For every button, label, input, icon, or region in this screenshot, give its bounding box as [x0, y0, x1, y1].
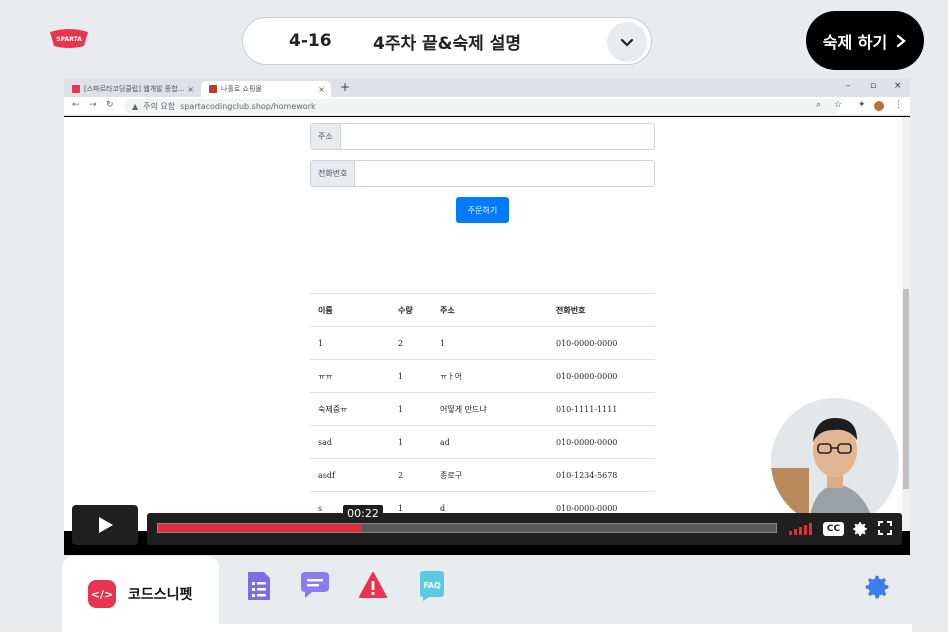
table-row: asdf 2 종로구 010-1234-5678 [310, 458, 655, 492]
cell: 010-0000-0000 [548, 425, 655, 459]
close-icon[interactable]: × [318, 85, 325, 94]
scroll-thumb[interactable] [903, 289, 909, 489]
bottom-toolbar: </> 코드스니펫 FAQ [62, 556, 912, 632]
cell: sad [310, 425, 390, 459]
settings-icon[interactable] [862, 572, 892, 602]
security-label: 주의 요함 [143, 102, 176, 111]
lesson-number: 4-16 [289, 31, 332, 51]
fullscreen-icon[interactable] [878, 521, 892, 535]
profile-avatar[interactable] [874, 101, 884, 111]
restore-icon[interactable]: ▫ [870, 81, 876, 91]
cell: ㅠㅏ어 [432, 359, 548, 393]
cell: asdf [310, 458, 390, 492]
col-header: 이름 [310, 293, 390, 327]
progress-fill [158, 524, 362, 532]
col-header: 수량 [390, 293, 432, 327]
new-tab-icon[interactable]: + [340, 80, 350, 94]
chevron-right-icon [897, 34, 907, 47]
cell: 1 [390, 359, 432, 393]
lesson-selector[interactable]: 4-16 4주차 끝&숙제 설명 [242, 17, 652, 65]
browser-tab-strip: [스파르타코딩클럽] 웹개발 종합… × 나홀로 쇼핑몰 × + – ▫ × [64, 79, 910, 97]
table-row: sad 1 ad 010-0000-0000 [310, 425, 655, 459]
instructor-webcam [771, 398, 899, 526]
minimize-icon[interactable]: – [846, 81, 851, 91]
back-icon[interactable]: ← [72, 100, 80, 110]
homework-button-label: 숙제 하기 [822, 32, 888, 52]
cell: 1 [390, 392, 432, 426]
cell: 010-1111-1111 [548, 392, 655, 426]
time-tooltip: 00:22 [343, 505, 383, 521]
phone-label: 전화번호 [311, 161, 356, 186]
progress-track[interactable] [157, 523, 777, 533]
homework-button[interactable]: 숙제 하기 [806, 11, 924, 70]
cell: 1 [432, 326, 548, 360]
volume-icon[interactable] [789, 523, 812, 535]
cell: 010-0000-0000 [548, 326, 655, 360]
address-label: 주소 [311, 124, 341, 149]
window-close-icon[interactable]: × [894, 81, 902, 91]
cell: 어떻게 만드냐 [432, 392, 548, 426]
menu-icon[interactable]: ⋮ [894, 100, 903, 110]
faq-label: FAQ [423, 581, 441, 590]
code-icon: </> [88, 580, 116, 608]
cell: 종로구 [432, 458, 548, 492]
checklist-icon[interactable] [244, 570, 274, 602]
play-icon [99, 517, 113, 533]
cell: 010-0000-0000 [548, 359, 655, 393]
chat-icon[interactable] [298, 570, 332, 602]
tab-code-snippet[interactable]: </> 코드스니펫 [62, 556, 219, 632]
cell: 010-1234-5678 [548, 458, 655, 492]
warning-icon: ▲ [132, 102, 139, 111]
cell: ad [432, 425, 548, 459]
table-row: 숙제중ㅠ 1 어떻게 만드냐 010-1111-1111 [310, 392, 655, 426]
col-header: 주소 [432, 293, 548, 327]
browser-tab-label: [스파르타코딩클럽] 웹개발 종합… [84, 85, 185, 93]
close-icon[interactable]: × [187, 85, 194, 94]
orders-table: 이름 수량 주소 전화번호 1 2 1 010-0000-0000 ㅠㅠ 1 ㅠㅏ어 010… [310, 293, 655, 525]
cell: 2 [390, 326, 432, 360]
url-text: spartacodingclub.shop/homework [180, 102, 316, 111]
browser-tab[interactable]: [스파르타코딩클럽] 웹개발 종합… × [64, 81, 200, 97]
cell: 1 [310, 326, 390, 360]
reload-icon[interactable]: ↻ [106, 100, 114, 110]
browser-tab-active[interactable]: 나홀로 쇼핑몰 × [201, 81, 331, 97]
col-header: 전화번호 [548, 293, 655, 327]
forward-icon[interactable]: → [89, 100, 97, 110]
page-scrollbar[interactable] [902, 117, 910, 531]
lesson-title: 4주차 끝&숙제 설명 [373, 33, 521, 54]
logo-text: SPARTA [56, 36, 82, 43]
table-row: 1 2 1 010-0000-0000 [310, 326, 655, 360]
zoom-icon[interactable]: ⌕ [816, 100, 821, 110]
order-button[interactable]: 주문하기 [456, 197, 509, 223]
address-bar[interactable]: ▲ 주의 요함 spartacodingclub.shop/homework [124, 99, 840, 114]
settings-gear-icon[interactable] [851, 520, 869, 538]
warning-icon[interactable] [358, 570, 388, 602]
cell: 숙제중ㅠ [310, 392, 390, 426]
player-control-bar: CC [147, 513, 902, 545]
chevron-down-icon[interactable] [607, 22, 647, 62]
faq-icon[interactable]: FAQ [417, 570, 447, 602]
favicon-icon [209, 85, 217, 93]
captions-button[interactable]: CC [823, 522, 844, 536]
cell: ㅠㅠ [310, 359, 390, 393]
tab-code-snippet-label: 코드스니펫 [128, 587, 193, 603]
play-button[interactable] [72, 505, 138, 545]
sparta-logo[interactable]: SPARTA [48, 28, 90, 50]
address-field[interactable]: 주소 [310, 123, 655, 150]
favicon-icon [72, 85, 80, 93]
extensions-icon[interactable]: ✦ [858, 100, 866, 110]
cell: 1 [390, 425, 432, 459]
browser-toolbar: ← → ↻ ▲ 주의 요함 spartacodingclub.shop/home… [64, 97, 910, 116]
table-row: ㅠㅠ 1 ㅠㅏ어 010-0000-0000 [310, 359, 655, 393]
browser-tab-label: 나홀로 쇼핑몰 [221, 85, 262, 93]
phone-field[interactable]: 전화번호 [310, 160, 655, 187]
cell: 2 [390, 458, 432, 492]
star-icon[interactable]: ☆ [834, 100, 842, 110]
